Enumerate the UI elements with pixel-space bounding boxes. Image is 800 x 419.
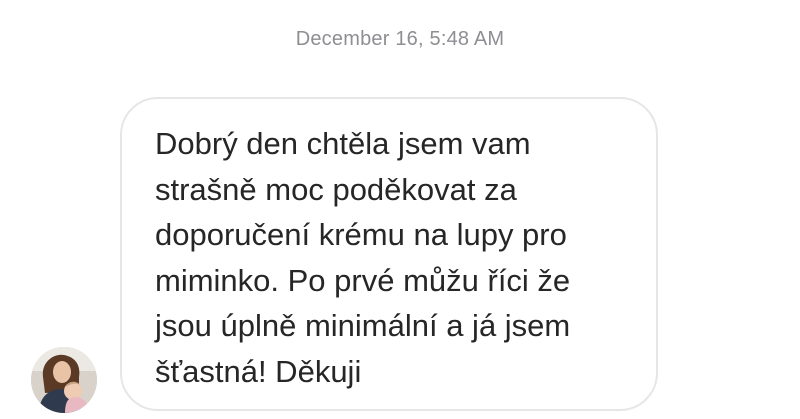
message-text: Dobrý den chtěla jsem vam strašně moc po… [155,126,571,389]
incoming-message-bubble[interactable]: Dobrý den chtěla jsem vam strašně moc po… [120,97,658,411]
sender-avatar[interactable] [31,347,97,413]
user-avatar-photo-icon [31,347,97,413]
message-timestamp: December 16, 5:48 AM [295,28,505,50]
